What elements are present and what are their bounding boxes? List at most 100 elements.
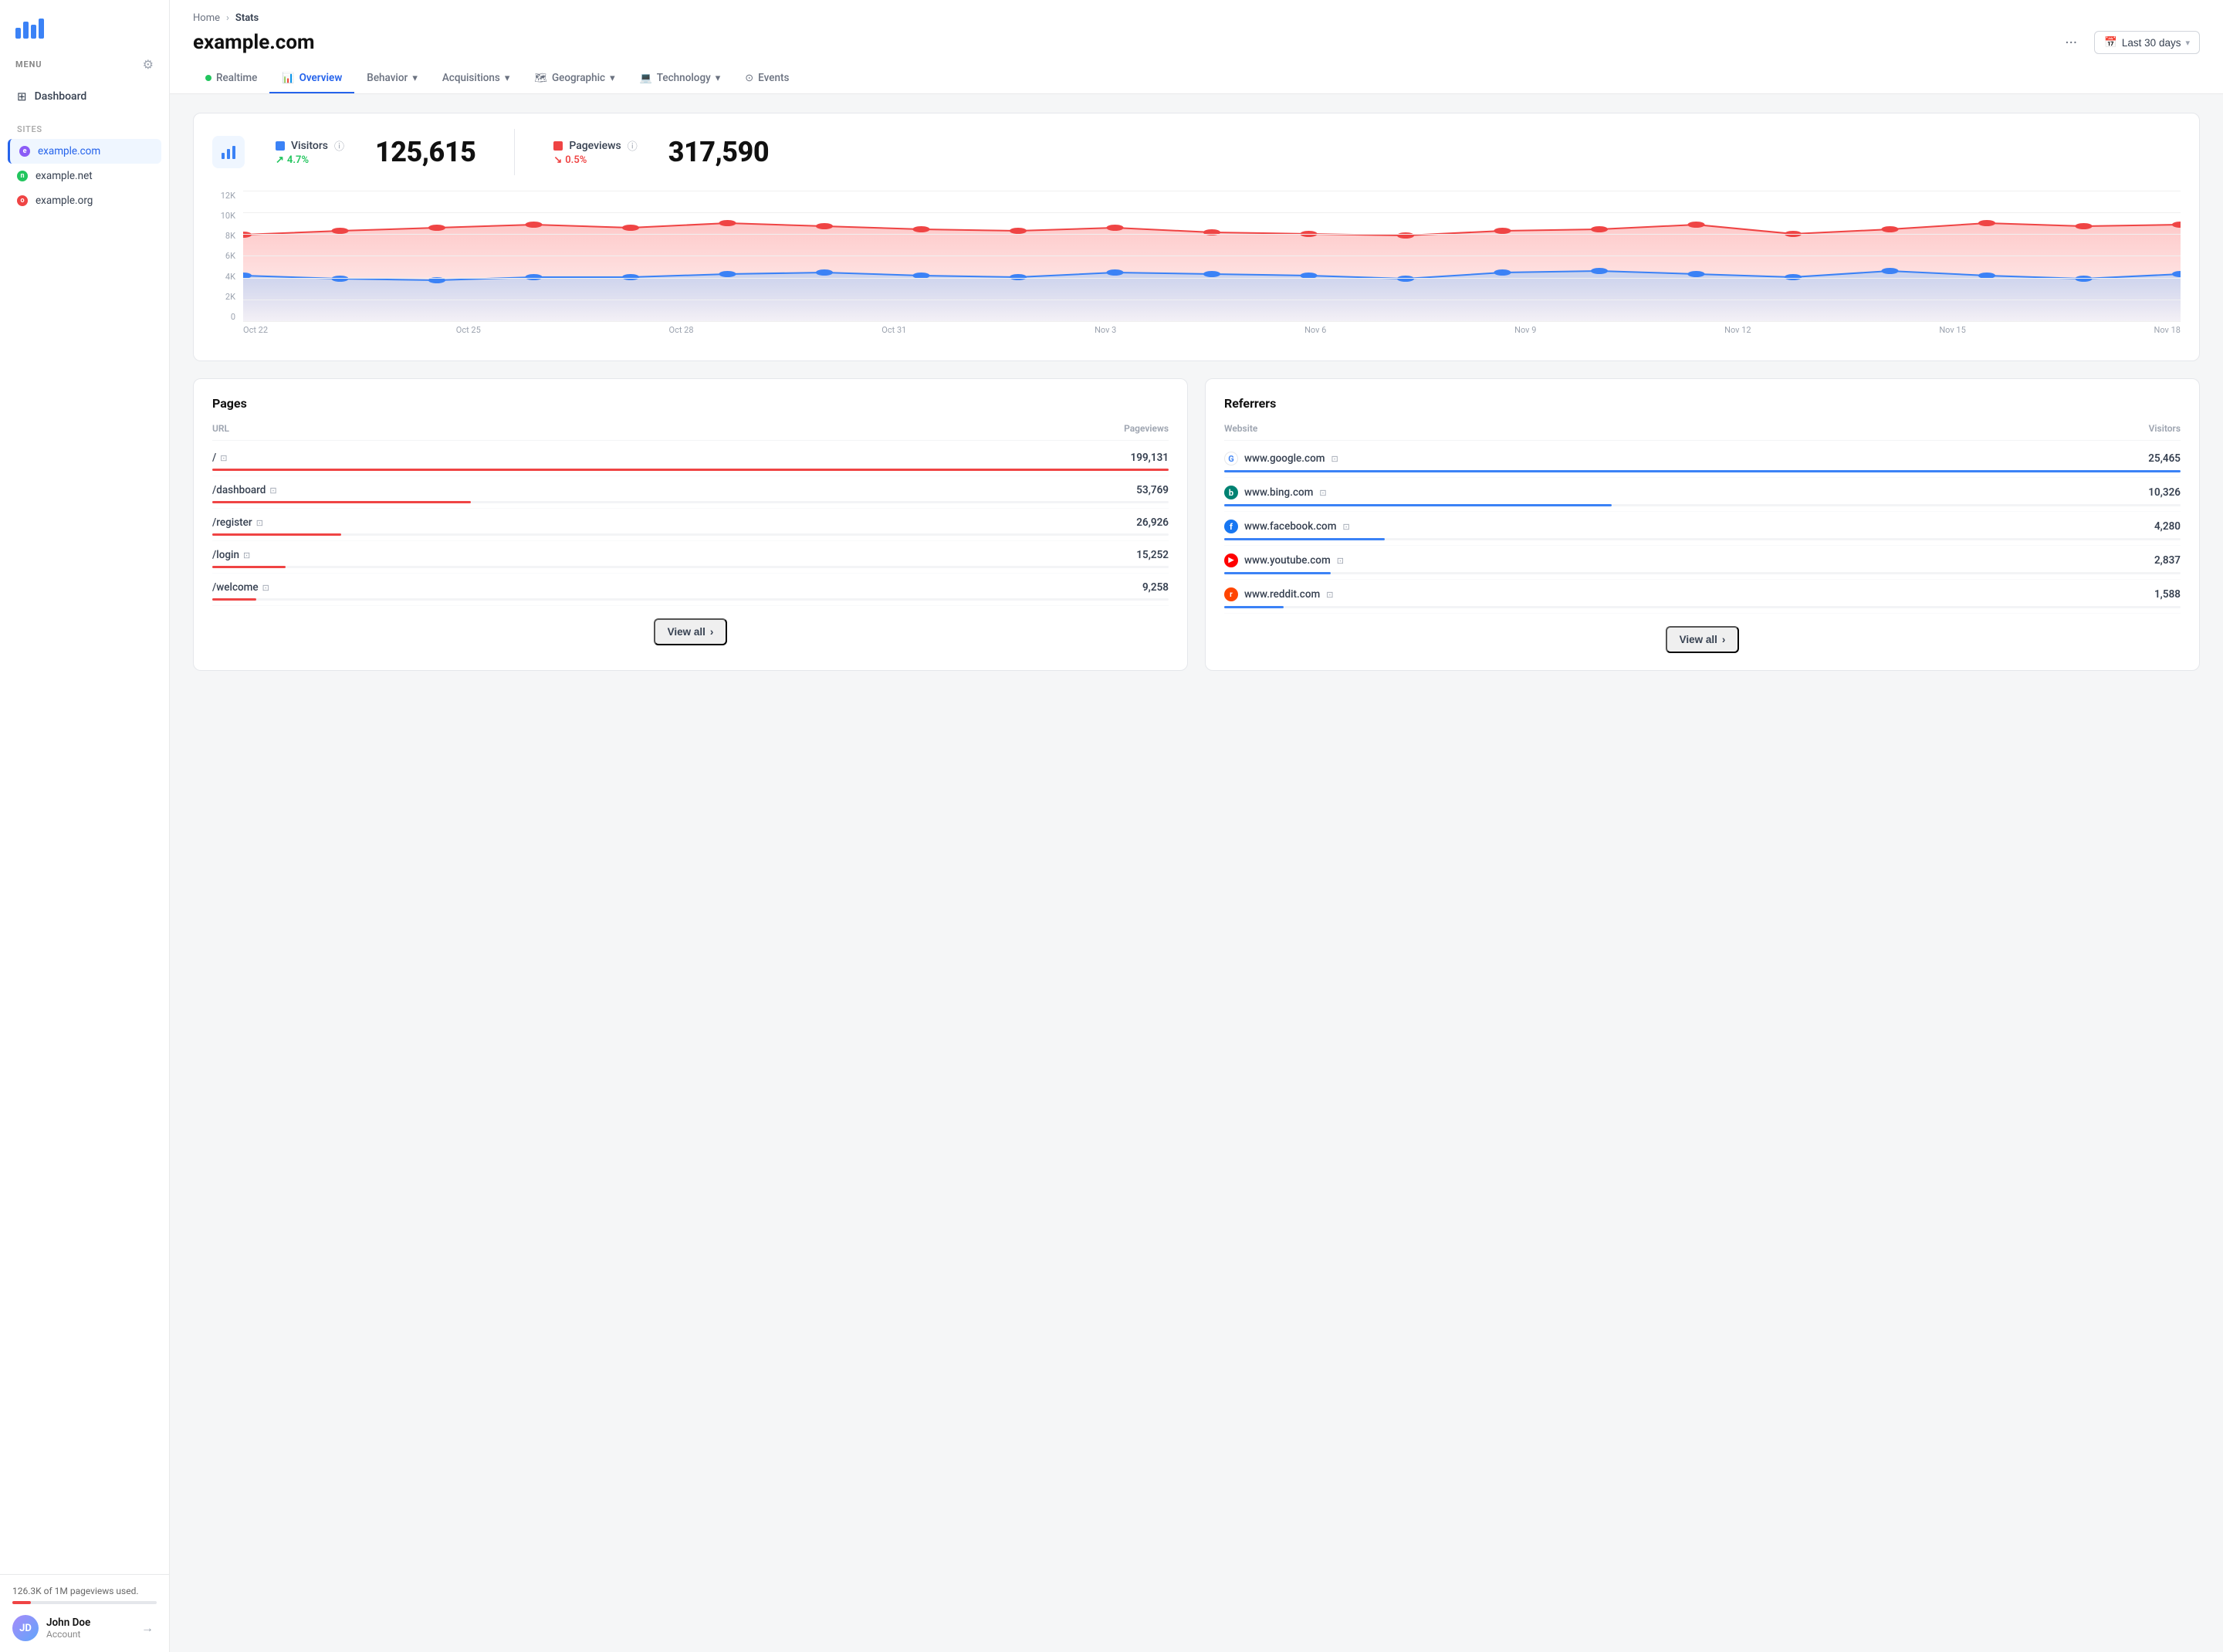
logout-button[interactable]: →: [138, 1617, 157, 1639]
y-label-0: 12K: [212, 191, 235, 201]
tab-behavior[interactable]: Behavior ▾: [354, 64, 430, 93]
tab-realtime-label: Realtime: [216, 72, 257, 84]
sidebar-footer: 126.3K of 1M pageviews used. JD John Doe…: [0, 1574, 169, 1652]
stats-card: Visitors ⓘ ↗ 4.7% 125,615 Pageviews ⓘ: [193, 113, 2200, 361]
page-url-1: /dashboard: [212, 484, 266, 496]
site-item-2[interactable]: o example.org: [8, 188, 161, 213]
ref-label-0: www.google.com: [1244, 452, 1325, 465]
tab-overview[interactable]: 📊 Overview: [269, 64, 354, 93]
ref-ext-3[interactable]: ⊡: [1337, 556, 1344, 566]
pages-view-all-label: View all: [668, 626, 705, 638]
pageviews-stat: Pageviews ⓘ ↘ 0.5%: [553, 138, 637, 166]
ref-row-3: ▶ www.youtube.com ⊡ 2,837: [1224, 546, 2181, 580]
header-top-row: example.com ··· 📅 Last 30 days ▾: [193, 30, 2200, 55]
facebook-icon: f: [1224, 520, 1238, 533]
behavior-chevron-icon: ▾: [412, 73, 418, 84]
tab-realtime[interactable]: Realtime: [193, 64, 269, 93]
stats-chart-icon: [212, 136, 245, 168]
referrers-view-all-row: View all ›: [1224, 614, 2181, 653]
tab-geographic[interactable]: 🗺 Geographic ▾: [522, 64, 627, 93]
ref-ext-1[interactable]: ⊡: [1319, 488, 1326, 498]
referrers-card: Referrers Website Visitors G www.google.…: [1205, 378, 2200, 671]
ref-row-1: b www.bing.com ⊡ 10,326: [1224, 478, 2181, 512]
page-row-1: /dashboard ⊡ 53,769: [212, 476, 1169, 509]
breadcrumb: Home › Stats: [193, 12, 2200, 24]
ref-label-1: www.bing.com: [1244, 486, 1313, 499]
settings-icon[interactable]: ⚙: [143, 57, 154, 72]
site-dot-1: n: [17, 171, 28, 181]
sites-label: SITES: [0, 113, 169, 139]
ref-ext-0[interactable]: ⊡: [1331, 454, 1338, 464]
chart-container: 12K 10K 8K 6K 4K 2K 0: [212, 191, 2181, 345]
stat-divider: [514, 129, 515, 175]
dashboard-icon: ⊞: [17, 90, 27, 103]
calendar-icon: 📅: [2104, 36, 2117, 49]
logo-bar-3: [31, 25, 36, 39]
chevron-down-icon: ▾: [2185, 38, 2190, 48]
referrers-view-all-button[interactable]: View all ›: [1666, 626, 1740, 653]
tab-events-label: Events: [758, 72, 789, 84]
ext-link-icon-1[interactable]: ⊡: [269, 486, 276, 496]
site-item-0[interactable]: e example.com: [8, 139, 161, 164]
ext-link-icon-3[interactable]: ⊡: [243, 550, 250, 560]
tab-nav: Realtime 📊 Overview Behavior ▾ Acquisiti…: [193, 64, 2200, 93]
page-url-0: /: [212, 452, 216, 464]
header-actions: ··· 📅 Last 30 days ▾: [2059, 30, 2200, 55]
ref-visitors-1: 10,326: [2148, 486, 2181, 499]
overview-chart-icon: 📊: [282, 73, 294, 84]
site-item-1[interactable]: n example.net: [8, 164, 161, 188]
pageviews-change: ↘ 0.5%: [553, 154, 637, 166]
visitors-up-arrow: ↗: [276, 154, 284, 166]
sites-list: e example.com n example.net o example.or…: [0, 139, 169, 213]
page-url-3: /login: [212, 549, 239, 561]
main-header: Home › Stats example.com ··· 📅 Last 30 d…: [170, 0, 2223, 94]
ext-link-icon-0[interactable]: ⊡: [220, 453, 227, 463]
page-row-4: /welcome ⊡ 9,258: [212, 574, 1169, 606]
ref-label-2: www.facebook.com: [1244, 520, 1336, 533]
ref-ext-4[interactable]: ⊡: [1326, 590, 1333, 600]
referrers-title: Referrers: [1224, 396, 2181, 411]
tab-events[interactable]: ⊙ Events: [733, 64, 801, 93]
page-views-1: 53,769: [1136, 484, 1169, 496]
y-label-2: 8K: [212, 231, 235, 241]
page-bar-2: [212, 533, 341, 536]
pages-table-header: URL Pageviews: [212, 423, 1169, 441]
referrers-view-all-label: View all: [1680, 634, 1717, 645]
ref-bar-1: [1224, 504, 1612, 506]
ref-row-4: r www.reddit.com ⊡ 1,588: [1224, 580, 2181, 614]
y-label-6: 0: [212, 312, 235, 322]
acquisitions-chevron-icon: ▾: [505, 73, 510, 84]
pages-view-all-button[interactable]: View all ›: [654, 618, 728, 645]
page-row-2: /register ⊡ 26,926: [212, 509, 1169, 541]
breadcrumb-sep: ›: [226, 12, 229, 24]
ref-visitors-4: 1,588: [2154, 588, 2181, 601]
tab-technology[interactable]: 💻 Technology ▾: [628, 64, 733, 93]
avatar: JD: [12, 1615, 39, 1641]
chart-svg-area: [243, 191, 2181, 322]
page-views-2: 26,926: [1136, 516, 1169, 529]
sidebar-item-dashboard[interactable]: ⊞ Dashboard: [8, 83, 161, 110]
pages-col-url: URL: [212, 423, 229, 434]
ext-link-icon-2[interactable]: ⊡: [256, 518, 263, 528]
sidebar: MENU ⚙ ⊞ Dashboard SITES e example.com n…: [0, 0, 170, 1652]
ref-bar-4: [1224, 606, 1284, 608]
ref-bar-2: [1224, 538, 1385, 540]
ext-link-icon-4[interactable]: ⊡: [262, 583, 269, 593]
date-range-label: Last 30 days: [2122, 37, 2181, 49]
ref-row-2: f www.facebook.com ⊡ 4,280: [1224, 512, 2181, 546]
tab-acquisitions-label: Acquisitions: [442, 72, 500, 84]
pageviews-down-arrow: ↘: [553, 154, 562, 166]
logo-bar-2: [23, 22, 29, 39]
geographic-map-icon: 🗺: [534, 73, 547, 84]
menu-label: MENU: [15, 59, 42, 69]
pageviews-info-icon: ⓘ: [628, 138, 638, 153]
breadcrumb-home[interactable]: Home: [193, 12, 220, 24]
ref-label-3: www.youtube.com: [1244, 554, 1331, 567]
ref-ext-2[interactable]: ⊡: [1342, 522, 1349, 532]
date-range-button[interactable]: 📅 Last 30 days ▾: [2094, 31, 2200, 54]
tab-acquisitions[interactable]: Acquisitions ▾: [430, 64, 523, 93]
site-label-0: example.com: [38, 145, 100, 157]
more-options-button[interactable]: ···: [2059, 30, 2083, 55]
usage-bar-fill: [12, 1601, 31, 1604]
visitors-stat: Visitors ⓘ ↗ 4.7%: [276, 138, 344, 166]
